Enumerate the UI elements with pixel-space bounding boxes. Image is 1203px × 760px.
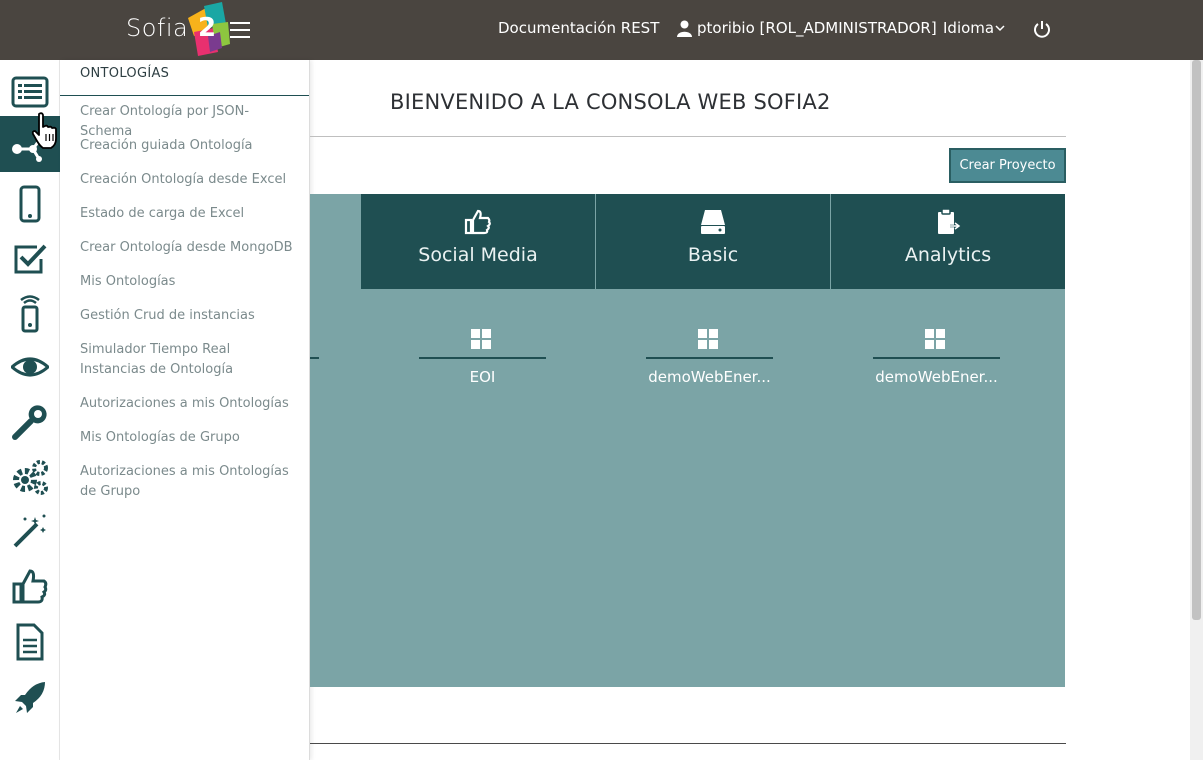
sidebar-item-social[interactable] <box>0 558 60 614</box>
project-name: demoWebEner... <box>648 368 771 386</box>
tab-basic[interactable]: Basic <box>596 194 830 289</box>
project-item[interactable]: demoWebEner... <box>646 329 773 389</box>
sidebar-item-settings[interactable] <box>0 449 60 505</box>
sidebar-item-deploy[interactable] <box>0 670 60 726</box>
project-underline <box>419 357 546 359</box>
eye-icon <box>11 357 49 377</box>
flyout-divider <box>60 95 309 96</box>
sidebar-item-documents[interactable] <box>0 614 60 670</box>
page-title: BIENVENIDO A LA CONSOLA WEB SOFIA2 <box>390 90 831 114</box>
language-dropdown[interactable]: Idioma <box>943 19 994 37</box>
logo-number: 2 <box>198 13 216 43</box>
wrench-icon <box>12 405 47 440</box>
scrollbar-thumb[interactable] <box>1192 60 1201 620</box>
projects-panel: EOI demoWebEner... demoWebEner... <box>310 289 1065 687</box>
create-project-button[interactable]: Crear Proyecto <box>949 148 1066 183</box>
gears-icon <box>13 460 48 495</box>
top-navbar: Sofia 2 Documentación REST ptoribio [ROL… <box>0 0 1203 60</box>
user-menu[interactable]: ptoribio [ROL_ADMINISTRADOR] <box>697 19 937 37</box>
logo-text: Sofia <box>126 14 189 42</box>
sidebar-item-remote[interactable] <box>0 286 60 342</box>
menu-item-ontology-authorizations[interactable]: Autorizaciones a mis Ontologías <box>80 394 295 414</box>
mobile-icon <box>19 185 41 223</box>
list-icon <box>11 76 49 108</box>
title-divider <box>310 136 1066 137</box>
project-item[interactable]: EOI <box>419 329 546 389</box>
menu-item-group-ontologies[interactable]: Mis Ontologías de Grupo <box>80 428 295 448</box>
grid-icon <box>925 329 945 349</box>
grid-icon <box>471 329 491 349</box>
menu-item-realtime-simulator[interactable]: Simulador Tiempo Real Instancias de Onto… <box>80 340 295 380</box>
tab-label: Social Media <box>418 244 538 266</box>
rocket-icon <box>15 682 45 713</box>
thumbs-up-icon <box>12 569 48 604</box>
project-underline <box>873 357 1000 359</box>
checkbox-icon <box>14 244 47 274</box>
remote-device-icon <box>20 295 40 333</box>
menu-item-create-from-mongodb[interactable]: Crear Ontología desde MongoDB <box>80 238 295 258</box>
menu-item-excel-load-status[interactable]: Estado de carga de Excel <box>80 204 295 224</box>
menu-item-guided-creation[interactable]: Creación guiada Ontología <box>80 136 295 156</box>
sidebar-item-monitor[interactable] <box>0 339 60 395</box>
project-name: demoWebEner... <box>875 368 998 386</box>
sidebar-item-wizard[interactable] <box>0 502 60 558</box>
thumbs-up-icon <box>464 209 491 235</box>
menu-toggle-icon[interactable] <box>230 22 250 38</box>
tab-social-media[interactable]: Social Media <box>361 194 595 289</box>
page-scrollbar[interactable] <box>1190 60 1203 760</box>
grid-icon <box>698 329 718 349</box>
tab-label: Analytics <box>904 244 992 266</box>
sidebar-item-tasks[interactable] <box>0 230 60 286</box>
category-tabs: Social Media Basic Analytics <box>310 194 1065 289</box>
logo-mark-icon: 2 <box>188 2 230 56</box>
clipboard-export-icon <box>938 208 962 234</box>
document-icon <box>16 623 44 661</box>
tab-label: Basic <box>687 244 739 266</box>
tab-analytics[interactable]: Analytics <box>831 194 1065 289</box>
menu-item-group-authorizations[interactable]: Autorizaciones a mis Ontologías de Grupo <box>80 462 295 502</box>
project-item[interactable]: demoWebEner... <box>873 329 1000 389</box>
user-icon <box>677 20 692 37</box>
chevron-down-icon <box>995 25 1005 32</box>
menu-item-crud-instances[interactable]: Gestión Crud de instancias <box>80 306 295 326</box>
project-underline <box>646 357 773 359</box>
project-underline-partial <box>310 357 319 359</box>
footer-divider <box>310 743 1066 744</box>
menu-item-create-from-excel[interactable]: Creación Ontología desde Excel <box>80 170 295 190</box>
power-icon[interactable] <box>1033 20 1051 38</box>
sidebar-item-devices[interactable] <box>0 176 60 232</box>
rest-docs-link[interactable]: Documentación REST <box>498 19 659 37</box>
server-icon <box>701 210 725 234</box>
ontologies-flyout-menu: ONTOLOGÍAS Crear Ontología por JSON-Sche… <box>60 60 310 760</box>
hand-cursor-icon <box>31 112 57 149</box>
menu-item-my-ontologies[interactable]: Mis Ontologías <box>80 272 295 292</box>
project-name: EOI <box>469 368 496 386</box>
sidebar-item-tools[interactable] <box>0 394 60 450</box>
sidebar-icon-rail <box>0 60 60 760</box>
flyout-title: ONTOLOGÍAS <box>80 66 170 81</box>
magic-wand-icon <box>13 514 46 548</box>
